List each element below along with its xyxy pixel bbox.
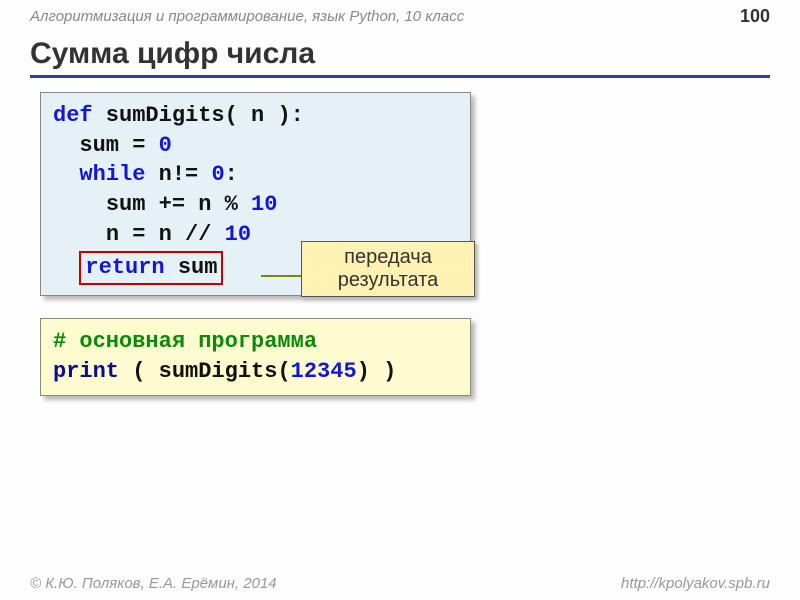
footer-authors: © К.Ю. Поляков, Е.А. Ерёмин, 2014 [30, 575, 277, 592]
code-block-function: def sumDigits( n ): sum = 0 while n!= 0:… [40, 92, 471, 296]
callout-line-1: передача [308, 246, 468, 269]
slide-footer: © К.Ю. Поляков, Е.А. Ерёмин, 2014 http:/… [0, 575, 800, 592]
slide-header: Алгоритмизация и программирование, язык … [0, 0, 800, 29]
code2-line-1: # основная программа [53, 327, 458, 357]
return-highlight: return sum [79, 251, 223, 285]
keyword-while: while [79, 162, 145, 187]
code-block-main: # основная программа print ( sumDigits(1… [40, 318, 471, 395]
slide-title: Сумма цифр числа [30, 37, 770, 78]
course-label: Алгоритмизация и программирование, язык … [30, 8, 464, 25]
code-line-2: sum = 0 [53, 131, 458, 161]
code-line-4: sum += n % 10 [53, 190, 458, 220]
footer-url: http://kpolyakov.spb.ru [621, 575, 770, 592]
comment: # основная программа [53, 329, 317, 354]
code2-line-2: print ( sumDigits(12345) ) [53, 357, 458, 387]
keyword-print: print [53, 359, 119, 384]
keyword-def: def [53, 103, 93, 128]
callout-connector [261, 275, 301, 277]
callout-box: передача результата [301, 241, 475, 297]
keyword-return: return [85, 255, 164, 280]
callout-line-2: результата [308, 269, 468, 292]
code-line-1: def sumDigits( n ): [53, 101, 458, 131]
page-number: 100 [740, 6, 770, 27]
code-line-3: while n!= 0: [53, 160, 458, 190]
